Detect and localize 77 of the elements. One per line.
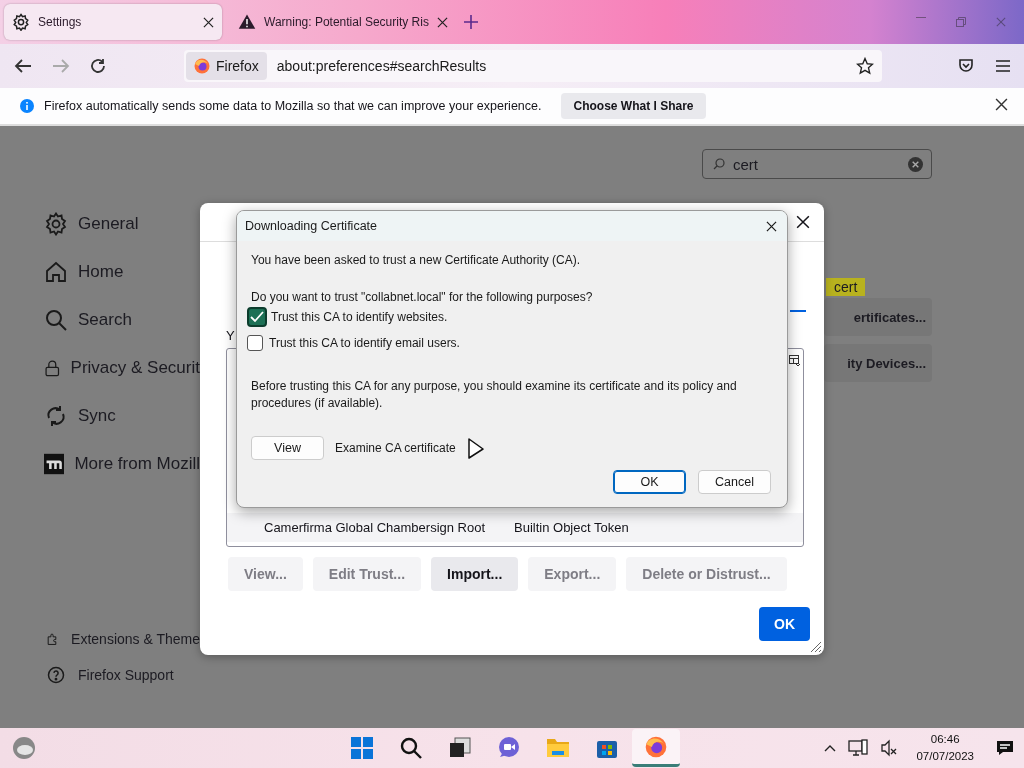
search-highlight: cert — [826, 278, 866, 296]
sidebar-item[interactable]: Sync — [44, 392, 200, 440]
description-text: Y — [226, 328, 235, 344]
dialog-button[interactable]: Import... — [431, 557, 519, 591]
browser-tab[interactable]: Settings — [4, 4, 222, 40]
star-icon[interactable] — [856, 57, 874, 75]
firefox-logo-icon — [645, 735, 667, 758]
browser-tab[interactable]: Warning: Potential Security Ris — [230, 4, 456, 40]
house-icon — [44, 260, 68, 284]
chevron-up-icon[interactable] — [824, 744, 837, 752]
sidebar-item[interactable]: General — [44, 200, 200, 248]
sidebar-item[interactable]: More from Mozill — [44, 440, 200, 488]
notification-message: Firefox automatically sends some data to Mozilla so that we can improve your experience. — [44, 99, 542, 113]
weather-icon[interactable] — [12, 736, 36, 760]
search-icon — [713, 158, 725, 170]
settings-button[interactable]: ertificates... — [824, 298, 932, 336]
resize-grip-icon[interactable] — [810, 641, 822, 653]
table-cell: Builtin Object Token — [514, 520, 629, 535]
sidebar-link[interactable]: Firefox Support — [44, 657, 200, 693]
close-icon[interactable] — [796, 215, 810, 229]
view-caption: Examine CA certificate — [335, 441, 456, 455]
close-icon[interactable] — [995, 98, 1008, 111]
new-tab-icon[interactable] — [463, 15, 478, 29]
address-bar[interactable]: Firefox about:preferences#searchResults — [184, 50, 882, 82]
search-field[interactable]: cert — [702, 149, 932, 179]
checkbox[interactable] — [247, 307, 267, 327]
cursor-icon — [466, 437, 485, 459]
clock-date[interactable]: 07/07/2023 — [916, 748, 974, 765]
dialog-button[interactable]: Cancel — [698, 470, 771, 494]
clear-icon[interactable] — [908, 156, 923, 172]
firefox-logo-icon — [194, 58, 210, 74]
dialog-text: Before trusting this CA for any purpose, you should examine its certificate and its policy and procedures (if available). — [251, 378, 738, 412]
close-icon[interactable] — [203, 16, 214, 28]
info-icon — [20, 99, 34, 113]
search-icon — [44, 308, 68, 332]
dialog-button[interactable]: OK — [613, 470, 686, 494]
sidebar-item[interactable]: Search — [44, 296, 200, 344]
clock-time[interactable]: 06:46 — [930, 731, 960, 748]
notifications-icon[interactable] — [996, 740, 1014, 756]
certificate-row[interactable]: Camerfirma Global Chambersign Root Builtin Object Token — [227, 513, 803, 542]
dialog-title: Downloading Certificate — [245, 219, 377, 233]
search-icon — [400, 737, 422, 759]
volume-muted-icon[interactable] — [880, 739, 899, 757]
help-icon — [46, 665, 66, 685]
sidebar-item[interactable]: Privacy & Securit — [44, 344, 200, 392]
sidebar-link[interactable]: Extensions & Theme — [44, 621, 200, 657]
task-view-icon — [449, 737, 471, 759]
close-icon[interactable] — [766, 220, 777, 232]
url-text: about:preferences#searchResults — [276, 58, 488, 74]
column-picker-icon[interactable] — [789, 355, 801, 367]
dialog-text: Do you want to trust "collabnet.local" for the following purposes? — [251, 290, 594, 304]
back-arrow-icon[interactable] — [14, 58, 32, 74]
checkbox-label: Trust this CA to identify websites. — [271, 310, 448, 324]
checkbox-label: Trust this CA to identify email users. — [269, 336, 460, 350]
tab-indicator — [790, 310, 806, 312]
choose-what-i-share-button[interactable]: Choose What I Share — [561, 93, 706, 119]
network-icon[interactable] — [848, 739, 869, 757]
pocket-icon[interactable] — [958, 58, 974, 74]
checkbox[interactable] — [247, 335, 263, 351]
settings-button[interactable]: ity Devices... — [824, 344, 932, 382]
gear-icon — [12, 13, 30, 31]
warning-icon — [238, 13, 256, 31]
folder-icon — [546, 737, 570, 759]
reload-icon[interactable] — [90, 58, 106, 74]
sidebar-item[interactable]: Home — [44, 248, 200, 296]
sync-icon — [44, 404, 68, 428]
windows-logo-icon — [351, 737, 373, 759]
chat-icon — [497, 737, 521, 759]
gear-icon — [44, 212, 68, 236]
m-logo-icon — [44, 452, 65, 476]
dialog-text: You have been asked to trust a new Certificate Authority (CA). — [251, 253, 582, 267]
identity-button[interactable]: Firefox — [186, 52, 267, 80]
table-cell-text: Camerfirma Global Chambersign Root — [264, 520, 487, 535]
close-icon[interactable] — [436, 16, 448, 28]
ok-button[interactable]: OK — [759, 607, 810, 641]
view-button[interactable]: View — [251, 436, 324, 460]
menu-icon[interactable] — [996, 60, 1010, 72]
